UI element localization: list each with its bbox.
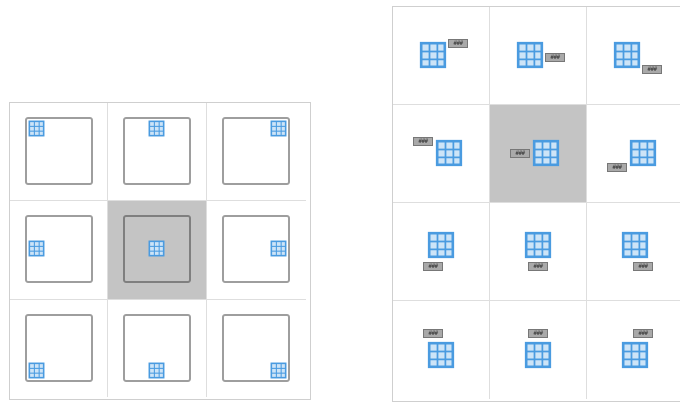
caption-cell-below-center[interactable]: ### bbox=[490, 203, 587, 301]
caption-cell-below-right[interactable]: ### bbox=[587, 203, 680, 301]
anchor-cell-top-right[interactable] bbox=[207, 103, 306, 201]
caption-cell-below-left[interactable]: ### bbox=[393, 203, 490, 301]
page-frame bbox=[222, 117, 290, 185]
caption-cell-right-middle[interactable]: ### bbox=[490, 7, 587, 105]
anchor-cell-top-center[interactable] bbox=[108, 103, 207, 201]
table-icon bbox=[28, 240, 45, 257]
caption-cell-above-left[interactable]: ### bbox=[393, 301, 490, 399]
caption-placeholder: ### bbox=[607, 163, 627, 172]
anchor-cell-bottom-right[interactable] bbox=[207, 300, 306, 397]
caption-placeholder: ### bbox=[423, 329, 443, 338]
anchor-cell-bottom-left[interactable] bbox=[10, 300, 108, 397]
caption-placeholder: ### bbox=[633, 329, 653, 338]
table-icon bbox=[621, 231, 649, 259]
anchor-cell-bottom-center[interactable] bbox=[108, 300, 207, 397]
caption-layout-preview: ### bbox=[411, 129, 471, 179]
table-icon bbox=[524, 231, 552, 259]
caption-layout-preview: ### bbox=[605, 325, 665, 375]
caption-layout-preview: ### bbox=[411, 325, 471, 375]
table-icon bbox=[427, 341, 455, 369]
table-icon bbox=[435, 139, 463, 167]
page-frame bbox=[25, 314, 93, 382]
caption-placeholder: ### bbox=[423, 262, 443, 271]
caption-placeholder: ### bbox=[448, 39, 468, 48]
caption-placeholder: ### bbox=[642, 65, 662, 74]
anchor-cell-middle-center[interactable] bbox=[108, 201, 207, 300]
caption-placeholder: ### bbox=[633, 262, 653, 271]
table-icon bbox=[524, 341, 552, 369]
anchor-cell-middle-right[interactable] bbox=[207, 201, 306, 300]
table-icon bbox=[148, 240, 165, 257]
table-icon bbox=[148, 362, 165, 379]
table-icon bbox=[148, 120, 165, 137]
caption-layout-preview: ### bbox=[411, 227, 471, 277]
caption-position-picker: ### ### ### ### ### ### ### ### ### ### … bbox=[392, 6, 680, 402]
table-icon bbox=[270, 120, 287, 137]
table-icon bbox=[427, 231, 455, 259]
table-icon bbox=[419, 41, 447, 69]
table-icon bbox=[629, 139, 657, 167]
caption-cell-above-center[interactable]: ### bbox=[490, 301, 587, 399]
table-icon bbox=[621, 341, 649, 369]
caption-placeholder: ### bbox=[413, 137, 433, 146]
page-frame bbox=[25, 215, 93, 283]
caption-cell-right-top[interactable]: ### bbox=[393, 7, 490, 105]
table-icon bbox=[516, 41, 544, 69]
anchor-cell-middle-left[interactable] bbox=[10, 201, 108, 300]
caption-layout-preview: ### bbox=[508, 129, 568, 179]
table-icon bbox=[270, 240, 287, 257]
table-icon bbox=[613, 41, 641, 69]
caption-placeholder: ### bbox=[528, 329, 548, 338]
caption-layout-preview: ### bbox=[411, 31, 471, 81]
caption-placeholder: ### bbox=[510, 149, 530, 158]
table-icon bbox=[532, 139, 560, 167]
page-frame bbox=[123, 314, 191, 382]
caption-placeholder: ### bbox=[528, 262, 548, 271]
table-icon bbox=[28, 362, 45, 379]
caption-cell-right-bottom[interactable]: ### bbox=[587, 7, 680, 105]
caption-cell-left-middle[interactable]: ### bbox=[490, 105, 587, 203]
caption-layout-preview: ### bbox=[508, 227, 568, 277]
page-frame bbox=[25, 117, 93, 185]
caption-cell-left-bottom[interactable]: ### bbox=[587, 105, 680, 203]
caption-layout-preview: ### bbox=[508, 325, 568, 375]
table-icon bbox=[28, 120, 45, 137]
caption-cell-left-top[interactable]: ### bbox=[393, 105, 490, 203]
caption-layout-preview: ### bbox=[605, 129, 665, 179]
caption-layout-preview: ### bbox=[605, 31, 665, 81]
caption-layout-preview: ### bbox=[605, 227, 665, 277]
anchor-cell-top-left[interactable] bbox=[10, 103, 108, 201]
page-frame bbox=[222, 314, 290, 382]
caption-layout-preview: ### bbox=[508, 31, 568, 81]
anchor-position-picker bbox=[9, 102, 311, 400]
table-icon bbox=[270, 362, 287, 379]
page-frame bbox=[222, 215, 290, 283]
page-frame bbox=[123, 215, 191, 283]
caption-placeholder: ### bbox=[545, 53, 565, 62]
page-frame bbox=[123, 117, 191, 185]
caption-cell-above-right[interactable]: ### bbox=[587, 301, 680, 399]
